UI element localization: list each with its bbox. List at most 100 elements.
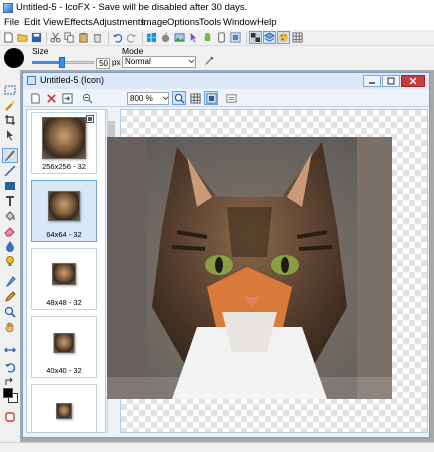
thumbnail-image <box>48 191 80 221</box>
document-title-bar[interactable]: Untitled-5 (Icon) <box>23 73 429 89</box>
magnifier-icon <box>4 306 16 318</box>
image-item-40[interactable]: 40x40 - 32 <box>31 316 97 378</box>
layers-icon[interactable] <box>263 31 276 44</box>
menu-tools[interactable]: Tools <box>199 17 221 28</box>
blur-tool[interactable] <box>3 239 17 252</box>
hand-tool[interactable] <box>3 320 17 333</box>
cursor-icon[interactable] <box>188 32 199 43</box>
properties-button[interactable] <box>225 92 237 104</box>
frame-toggle-button[interactable] <box>204 91 218 105</box>
copy-icon[interactable] <box>64 32 75 43</box>
menu-view[interactable]: View <box>43 17 63 28</box>
menu-image[interactable]: Image <box>141 17 167 28</box>
import-button[interactable] <box>61 92 73 104</box>
image-item-48[interactable]: 48x48 - 32 <box>31 248 97 310</box>
image-icon[interactable] <box>174 32 185 43</box>
size-input[interactable]: 50 <box>96 58 110 69</box>
redo-icon[interactable] <box>126 32 137 43</box>
window-title: Untitled-5 - IcoFX - Save will be disabl… <box>16 2 248 13</box>
text-tool[interactable] <box>3 194 17 207</box>
foreground-color-swatch[interactable] <box>3 388 13 398</box>
android-icon[interactable] <box>202 32 213 43</box>
bulb-icon <box>6 255 14 266</box>
main-toolbar <box>0 30 434 46</box>
mode-label: Mode <box>122 46 144 56</box>
close-button[interactable] <box>401 75 425 87</box>
brush-preview <box>4 48 24 68</box>
image-item-64[interactable]: 64x64 - 32 <box>31 180 97 242</box>
size-slider-thumb[interactable] <box>59 57 65 68</box>
open-folder-icon[interactable] <box>17 32 28 43</box>
menu-effects[interactable]: Effects <box>64 17 93 28</box>
menu-edit[interactable]: Edit <box>24 17 40 28</box>
drop-icon <box>6 240 14 252</box>
thumbnail-label: 40x40 - 32 <box>46 366 82 375</box>
thumbnail-label: 48x48 - 32 <box>46 298 82 307</box>
palette-icon[interactable] <box>277 31 290 44</box>
flip-tool[interactable] <box>3 343 17 356</box>
magic-wand-icon <box>5 99 15 111</box>
cut-icon[interactable] <box>50 32 61 43</box>
paste-icon[interactable] <box>78 32 89 43</box>
document-icon <box>27 76 36 85</box>
magic-wand-tool[interactable] <box>3 98 17 111</box>
brush-tool[interactable] <box>2 148 18 163</box>
zoom-out-button[interactable] <box>81 92 93 104</box>
menu-window[interactable]: Window <box>223 17 257 28</box>
marquee-tool[interactable] <box>3 83 17 96</box>
phone-icon[interactable] <box>216 32 227 43</box>
tool-options-bar <box>0 46 434 70</box>
chevron-down-icon[interactable] <box>188 58 195 65</box>
eraser-tool[interactable] <box>3 224 17 237</box>
canvas-image[interactable] <box>107 137 392 399</box>
reset-colors-tool[interactable] <box>3 410 17 423</box>
thumbnail-image <box>42 117 86 159</box>
eyedropper-tool[interactable] <box>3 275 17 288</box>
image-item-small[interactable] <box>31 384 97 432</box>
undo-icon[interactable] <box>112 32 123 43</box>
maximize-button[interactable] <box>382 75 400 87</box>
move-tool[interactable] <box>3 128 17 141</box>
delete-icon[interactable] <box>92 32 103 43</box>
apple-icon[interactable] <box>160 32 171 43</box>
checkerboard-icon[interactable] <box>249 31 262 44</box>
menu-adjustments[interactable]: Adjustments <box>93 17 145 28</box>
maximize-icon <box>387 77 395 85</box>
pencil-tool[interactable] <box>3 290 17 303</box>
actual-size-button[interactable] <box>172 91 186 105</box>
document-toolbar <box>23 89 429 107</box>
menu-file[interactable]: File <box>4 17 19 28</box>
thumbnail-image <box>52 263 76 285</box>
marquee-icon <box>4 85 16 94</box>
zoom-tool[interactable] <box>3 305 17 318</box>
fill-tool[interactable] <box>3 209 17 222</box>
frame-icon <box>205 92 217 104</box>
grid-icon[interactable] <box>292 32 303 43</box>
magnifier-icon <box>174 93 185 104</box>
tools-panel <box>0 70 20 442</box>
line-tool[interactable] <box>3 164 17 177</box>
mode-select[interactable]: Normal <box>122 56 196 68</box>
size-label: Size <box>32 46 49 56</box>
pen-options-icon[interactable] <box>203 55 215 67</box>
crop-tool[interactable] <box>3 113 17 126</box>
save-icon[interactable] <box>31 32 42 43</box>
new-file-icon[interactable] <box>3 32 14 43</box>
menu-options[interactable]: Options <box>167 17 200 28</box>
rectangle-tool[interactable] <box>3 179 17 192</box>
chevron-down-icon[interactable] <box>162 95 169 102</box>
minimize-button[interactable] <box>363 75 381 87</box>
windows-icon[interactable] <box>146 32 157 43</box>
grid-toggle-button[interactable] <box>189 92 201 104</box>
thumbnail-image <box>56 403 72 419</box>
reset-icon <box>5 411 15 422</box>
import-icon <box>61 92 73 104</box>
menu-help[interactable]: Help <box>257 17 277 28</box>
delete-image-button[interactable] <box>45 92 57 104</box>
image-item-256[interactable]: 256x256 - 32 <box>31 112 97 174</box>
image-list: 256x256 - 32 64x64 - 32 48x48 - 32 40x40… <box>26 109 106 433</box>
rotate-tool[interactable] <box>3 360 17 373</box>
widget-icon[interactable] <box>230 32 241 43</box>
new-image-button[interactable] <box>29 92 41 104</box>
dodge-tool[interactable] <box>3 254 17 267</box>
